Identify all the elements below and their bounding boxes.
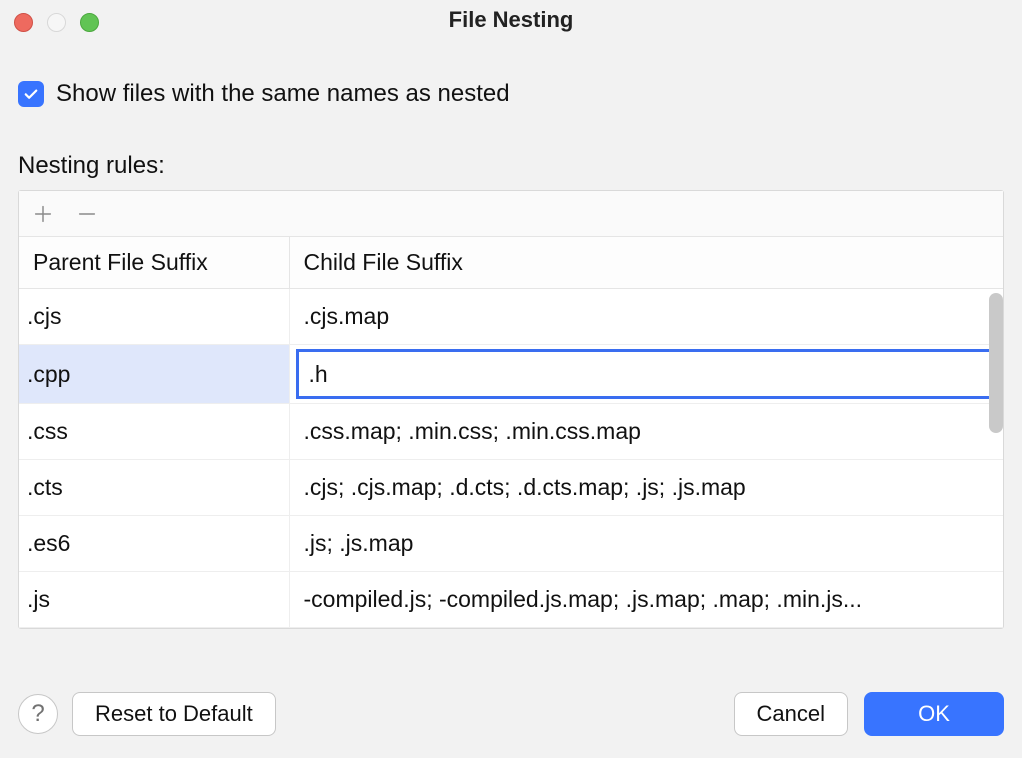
child-suffix-cell[interactable]: .css.map; .min.css; .min.css.map xyxy=(289,404,1003,460)
table-row[interactable]: .es6 .js; .js.map xyxy=(19,516,1003,572)
show-nested-label: Show files with the same names as nested xyxy=(56,80,510,108)
column-parent-suffix[interactable]: Parent File Suffix xyxy=(19,237,289,289)
table-row[interactable]: .cpp .h xyxy=(19,345,1003,404)
table-toolbar xyxy=(19,191,1003,237)
parent-suffix-cell[interactable]: .es6 xyxy=(19,516,289,572)
child-suffix-cell[interactable]: .cjs.map xyxy=(289,289,1003,345)
dialog-footer: ? Reset to Default Cancel OK xyxy=(0,684,1022,758)
checkmark-icon xyxy=(22,85,40,103)
window-title: File Nesting xyxy=(0,7,1022,33)
show-nested-checkbox-row: Show files with the same names as nested xyxy=(18,80,1004,108)
table-row[interactable]: .cts .cjs; .cjs.map; .d.cts; .d.cts.map;… xyxy=(19,460,1003,516)
parent-suffix-cell[interactable]: .css xyxy=(19,404,289,460)
help-button[interactable]: ? xyxy=(18,694,58,734)
child-suffix-cell[interactable]: .cjs; .cjs.map; .d.cts; .d.cts.map; .js;… xyxy=(289,460,1003,516)
child-suffix-cell[interactable]: -compiled.js; -compiled.js.map; .js.map;… xyxy=(289,572,1003,628)
scrollbar-thumb[interactable] xyxy=(989,293,1003,433)
parent-suffix-cell[interactable]: .cts xyxy=(19,460,289,516)
titlebar: File Nesting xyxy=(0,0,1022,40)
minus-icon xyxy=(76,203,98,225)
ok-button[interactable]: OK xyxy=(864,692,1004,736)
minimize-window-button[interactable] xyxy=(47,13,66,32)
close-window-button[interactable] xyxy=(14,13,33,32)
show-nested-checkbox[interactable] xyxy=(18,81,44,107)
table-row[interactable]: .cjs .cjs.map xyxy=(19,289,1003,345)
window-controls xyxy=(14,13,99,32)
add-rule-button[interactable] xyxy=(31,202,55,226)
child-suffix-cell[interactable]: .js; .js.map xyxy=(289,516,1003,572)
cancel-button[interactable]: Cancel xyxy=(734,692,848,736)
table-header-row: Parent File Suffix Child File Suffix xyxy=(19,237,1003,289)
parent-suffix-cell[interactable]: .cpp xyxy=(19,345,289,404)
table-row[interactable]: .js -compiled.js; -compiled.js.map; .js.… xyxy=(19,572,1003,628)
child-suffix-input[interactable]: .h xyxy=(296,349,998,399)
question-icon: ? xyxy=(31,700,44,728)
file-nesting-dialog: File Nesting Show files with the same na… xyxy=(0,0,1022,758)
nesting-rules-label: Nesting rules: xyxy=(18,152,1004,180)
zoom-window-button[interactable] xyxy=(80,13,99,32)
child-suffix-cell-editing[interactable]: .h xyxy=(289,345,1003,404)
plus-icon xyxy=(32,203,54,225)
table-row[interactable]: .css .css.map; .min.css; .min.css.map xyxy=(19,404,1003,460)
nesting-rules-table: Parent File Suffix Child File Suffix .cj… xyxy=(19,237,1003,628)
column-child-suffix[interactable]: Child File Suffix xyxy=(289,237,1003,289)
reset-to-default-button[interactable]: Reset to Default xyxy=(72,692,276,736)
remove-rule-button[interactable] xyxy=(75,202,99,226)
parent-suffix-cell[interactable]: .cjs xyxy=(19,289,289,345)
parent-suffix-cell[interactable]: .js xyxy=(19,572,289,628)
nesting-rules-table-wrap: Parent File Suffix Child File Suffix .cj… xyxy=(18,190,1004,629)
